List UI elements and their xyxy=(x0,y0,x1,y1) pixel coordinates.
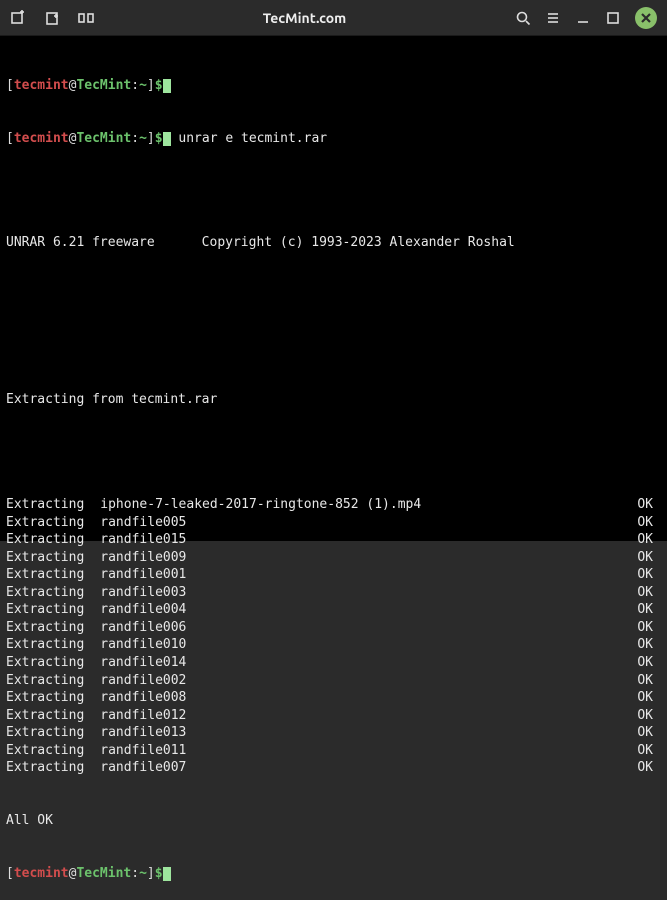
titlebar: TecMint.com xyxy=(0,0,667,36)
status-ok: OK xyxy=(637,601,661,619)
extract-label: Extracting xyxy=(6,654,84,672)
extract-label: Extracting xyxy=(6,531,84,549)
minimize-icon[interactable] xyxy=(575,10,591,26)
extraction-row: Extractingrandfile009 OK xyxy=(6,549,661,567)
extract-filename: randfile004 xyxy=(84,601,186,619)
extraction-row: Extractingrandfile011 OK xyxy=(6,742,661,760)
extraction-row: Extractingrandfile008 OK xyxy=(6,689,661,707)
split-icon[interactable] xyxy=(78,10,94,26)
extract-filename: randfile009 xyxy=(84,549,186,567)
version-line: UNRAR 6.21 freeware Copyright (c) 1993-2… xyxy=(6,234,661,252)
extraction-row: Extractingrandfile007 OK xyxy=(6,759,661,777)
extract-filename: randfile001 xyxy=(84,566,186,584)
prompt-line-2: [tecmint@TecMint:~]$ unrar e tecmint.rar xyxy=(6,130,661,148)
status-ok: OK xyxy=(637,549,661,567)
extraction-row: Extractingrandfile014 OK xyxy=(6,654,661,672)
extract-filename: randfile010 xyxy=(84,636,186,654)
extract-filename: randfile014 xyxy=(84,654,186,672)
status-ok: OK xyxy=(637,742,661,760)
extraction-row: Extractingrandfile001 OK xyxy=(6,566,661,584)
extraction-row: Extractingrandfile005 OK xyxy=(6,514,661,532)
status-ok: OK xyxy=(637,619,661,637)
extraction-row: Extractingrandfile004 OK xyxy=(6,601,661,619)
extract-label: Extracting xyxy=(6,496,84,514)
all-ok-line: All OK xyxy=(6,812,661,830)
cursor-block xyxy=(163,867,171,881)
extraction-row: Extractingrandfile003 OK xyxy=(6,584,661,602)
extracting-from-line: Extracting from tecmint.rar xyxy=(6,391,661,409)
extraction-row: Extractingrandfile012 OK xyxy=(6,707,661,725)
extract-filename: randfile013 xyxy=(84,724,186,742)
status-ok: OK xyxy=(637,672,661,690)
status-ok: OK xyxy=(637,654,661,672)
extract-filename: randfile007 xyxy=(84,759,186,777)
extraction-list: Extractingiphone-7-leaked-2017-ringtone-… xyxy=(6,496,661,777)
extract-label: Extracting xyxy=(6,514,84,532)
extraction-row: Extractingrandfile006 OK xyxy=(6,619,661,637)
extract-label: Extracting xyxy=(6,584,84,602)
new-tab-icon[interactable] xyxy=(10,10,26,26)
extract-label: Extracting xyxy=(6,636,84,654)
extract-label: Extracting xyxy=(6,759,84,777)
status-ok: OK xyxy=(637,496,661,514)
extraction-row: Extractingrandfile015 OK xyxy=(6,531,661,549)
new-window-icon[interactable] xyxy=(44,10,60,26)
maximize-icon[interactable] xyxy=(605,10,621,26)
cursor-block xyxy=(163,79,171,93)
search-icon[interactable] xyxy=(515,10,531,26)
extract-filename: iphone-7-leaked-2017-ringtone-852 (1).mp… xyxy=(84,496,421,514)
extract-filename: randfile015 xyxy=(84,531,186,549)
extract-filename: randfile002 xyxy=(84,672,186,690)
extract-filename: randfile003 xyxy=(84,584,186,602)
status-ok: OK xyxy=(637,584,661,602)
status-ok: OK xyxy=(637,531,661,549)
status-ok: OK xyxy=(637,566,661,584)
extract-label: Extracting xyxy=(6,549,84,567)
status-ok: OK xyxy=(637,724,661,742)
status-ok: OK xyxy=(637,759,661,777)
extraction-row: Extractingrandfile013 OK xyxy=(6,724,661,742)
extract-filename: randfile008 xyxy=(84,689,186,707)
menu-icon[interactable] xyxy=(545,10,561,26)
titlebar-left xyxy=(10,10,94,26)
extract-filename: randfile011 xyxy=(84,742,186,760)
terminal-area[interactable]: [tecmint@TecMint:~]$ [tecmint@TecMint:~]… xyxy=(0,36,667,541)
extract-label: Extracting xyxy=(6,672,84,690)
close-button[interactable] xyxy=(635,7,657,29)
prompt-line-3: [tecmint@TecMint:~]$ xyxy=(6,865,661,883)
extract-label: Extracting xyxy=(6,619,84,637)
extract-filename: randfile006 xyxy=(84,619,186,637)
window-title: TecMint.com xyxy=(94,10,515,26)
status-ok: OK xyxy=(637,514,661,532)
extract-label: Extracting xyxy=(6,601,84,619)
entered-command: unrar e tecmint.rar xyxy=(178,131,327,146)
extract-label: Extracting xyxy=(6,707,84,725)
extract-filename: randfile012 xyxy=(84,707,186,725)
extract-label: Extracting xyxy=(6,742,84,760)
status-ok: OK xyxy=(637,636,661,654)
status-ok: OK xyxy=(637,707,661,725)
extract-label: Extracting xyxy=(6,689,84,707)
extraction-row: Extractingrandfile002 OK xyxy=(6,672,661,690)
extraction-row: Extractingrandfile010 OK xyxy=(6,636,661,654)
prompt-line-1: [tecmint@TecMint:~]$ xyxy=(6,77,661,95)
status-ok: OK xyxy=(637,689,661,707)
extract-label: Extracting xyxy=(6,566,84,584)
extract-filename: randfile005 xyxy=(84,514,186,532)
titlebar-right xyxy=(515,7,657,29)
cursor-block xyxy=(163,132,171,146)
extract-label: Extracting xyxy=(6,724,84,742)
extraction-row: Extractingiphone-7-leaked-2017-ringtone-… xyxy=(6,496,661,514)
